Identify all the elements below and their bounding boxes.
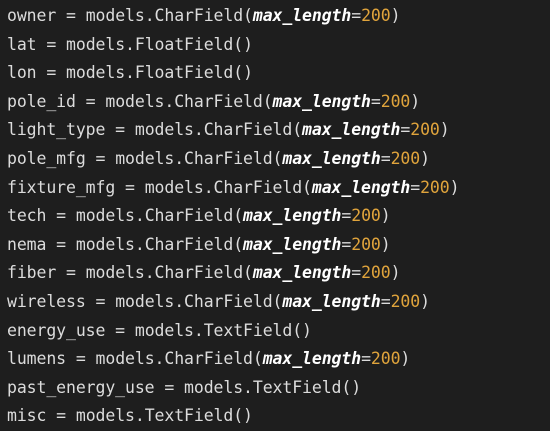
number-literal: 200 <box>420 177 450 197</box>
code-line[interactable]: owner = models.CharField(max_length=200) <box>0 2 550 31</box>
code-line[interactable]: fixture_mfg = models.CharField(max_lengt… <box>0 174 550 203</box>
field-name: pole_mfg <box>7 148 86 168</box>
code-line[interactable]: lumens = models.CharField(max_length=200… <box>0 345 550 374</box>
code-line[interactable]: pole_id = models.CharField(max_length=20… <box>0 88 550 117</box>
field-type: models.CharField <box>95 349 253 369</box>
field-name: light_type <box>7 120 106 140</box>
field-type: models.TextField <box>134 320 293 340</box>
field-name: wireless <box>7 291 86 311</box>
number-literal: 200 <box>390 148 421 168</box>
code-line[interactable]: pole_mfg = models.CharField(max_length=2… <box>0 145 550 174</box>
code-line[interactable]: misc = models.TextField() <box>0 402 550 431</box>
code-line[interactable]: past_energy_use = models.TextField() <box>0 374 550 403</box>
code-line[interactable]: lon = models.FloatField() <box>0 59 550 88</box>
field-type: models.CharField <box>115 291 273 311</box>
keyword-argument: max_length <box>262 349 362 369</box>
code-line[interactable]: nema = models.CharField(max_length=200) <box>0 231 550 260</box>
field-type: models.CharField <box>75 206 234 226</box>
code-line[interactable]: energy_use = models.TextField() <box>0 317 550 346</box>
field-name: fixture_mfg <box>7 177 116 197</box>
keyword-argument: max_length <box>252 263 352 283</box>
number-literal: 200 <box>351 234 381 254</box>
field-type: models.TextField <box>184 377 342 397</box>
field-type: models.CharField <box>105 91 263 111</box>
field-name: nema <box>7 234 47 254</box>
field-name: lon <box>7 63 37 83</box>
number-literal: 200 <box>361 6 391 25</box>
keyword-argument: max_length <box>302 120 401 140</box>
field-type: models.FloatField <box>66 63 234 83</box>
field-type: models.TextField <box>75 406 234 426</box>
field-name: lumens <box>7 349 67 369</box>
keyword-argument: max_length <box>272 91 371 111</box>
field-name: fiber <box>7 263 57 283</box>
code-line[interactable]: fiber = models.CharField(max_length=200) <box>0 259 550 288</box>
field-type: models.CharField <box>115 148 273 168</box>
code-line[interactable]: wireless = models.CharField(max_length=2… <box>0 288 550 317</box>
field-type: models.CharField <box>75 234 234 254</box>
field-name: lat <box>7 34 37 54</box>
number-literal: 200 <box>351 206 381 226</box>
code-line[interactable]: tech = models.CharField(max_length=200) <box>0 202 550 231</box>
field-name: misc <box>7 406 47 426</box>
keyword-argument: max_length <box>282 148 381 168</box>
code-line[interactable]: light_type = models.CharField(max_length… <box>0 116 550 145</box>
keyword-argument: max_length <box>243 206 342 226</box>
field-name: past_energy_use <box>7 377 155 397</box>
field-type: models.FloatField <box>66 34 234 54</box>
field-type: models.CharField <box>85 6 244 25</box>
number-literal: 200 <box>390 291 421 311</box>
code-editor[interactable]: owner = models.CharField(max_length=200)… <box>0 0 550 428</box>
field-name: owner <box>7 6 57 25</box>
code-line[interactable]: lat = models.FloatField() <box>0 31 550 60</box>
number-literal: 200 <box>410 120 440 140</box>
keyword-argument: max_length <box>252 6 352 25</box>
field-type: models.CharField <box>134 120 293 140</box>
keyword-argument: max_length <box>282 291 381 311</box>
keyword-argument: max_length <box>311 177 411 197</box>
field-type: models.CharField <box>144 177 303 197</box>
number-literal: 200 <box>370 349 401 369</box>
field-name: tech <box>7 206 47 226</box>
keyword-argument: max_length <box>243 234 342 254</box>
field-name: energy_use <box>7 320 106 340</box>
number-literal: 200 <box>380 91 411 111</box>
field-type: models.CharField <box>85 263 244 283</box>
number-literal: 200 <box>361 263 391 283</box>
field-name: pole_id <box>7 91 76 111</box>
code-lines: owner = models.CharField(max_length=200)… <box>0 2 550 431</box>
